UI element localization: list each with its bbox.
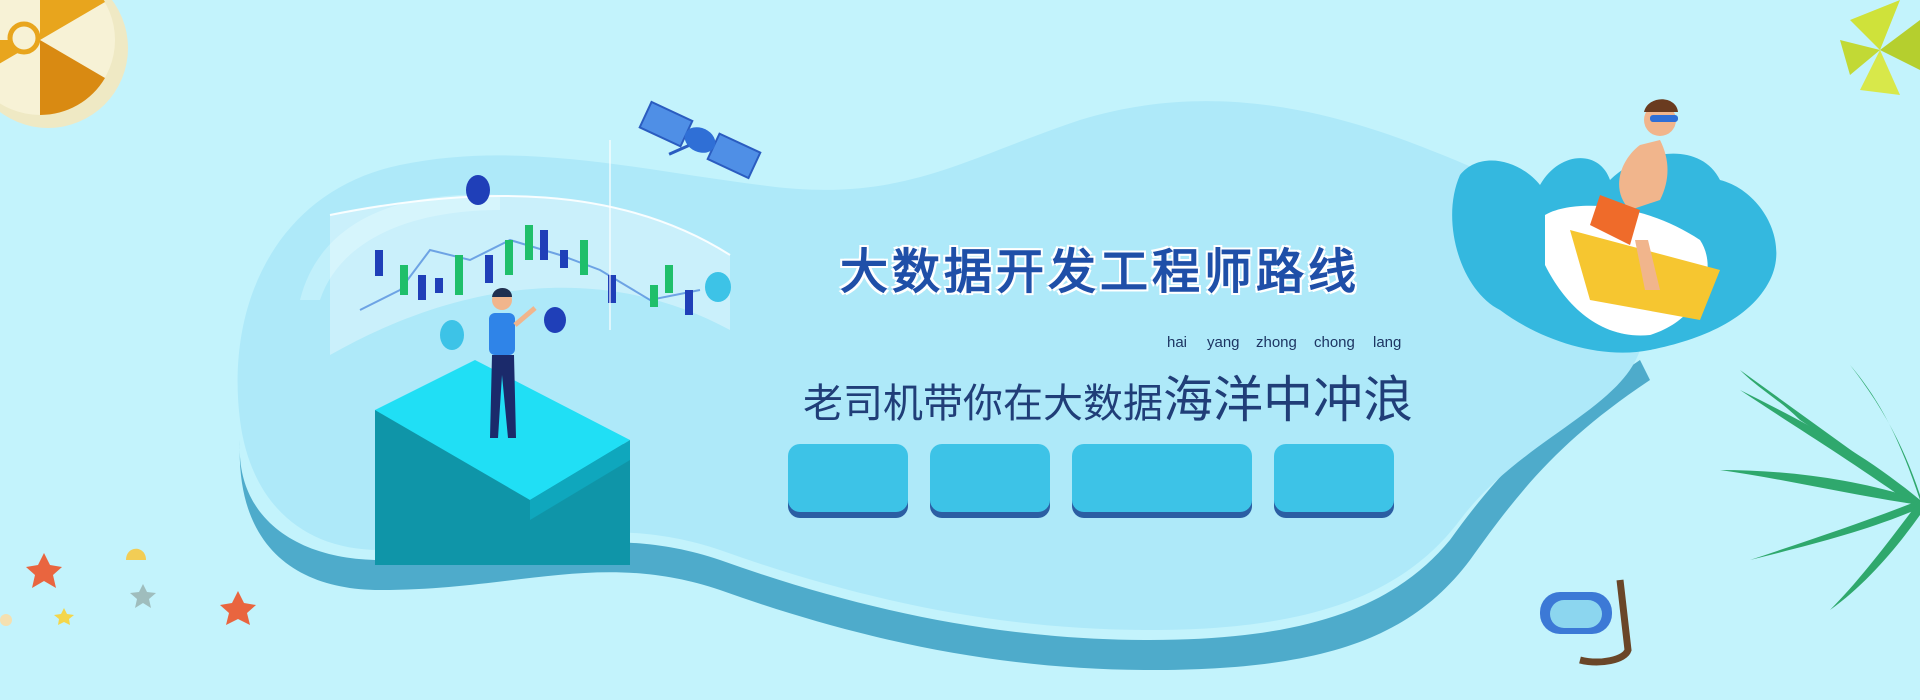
banner-illustration <box>0 0 1920 670</box>
pinyin-chong: chong <box>1314 334 1355 351</box>
snorkel-mask-icon <box>1540 579 1632 666</box>
pinwheel-icon <box>1840 0 1920 95</box>
cta-button-1[interactable] <box>788 444 908 512</box>
banner-title: 大数据开发工程师路线 <box>839 244 1360 300</box>
subtitle-lead: 老司机带你在大数据 <box>803 381 1163 427</box>
banner: 大数据开发工程师路线 hai yang zhong chong lang 老司机… <box>0 0 1920 700</box>
pinyin-lang: lang <box>1373 334 1402 351</box>
cta-button-3[interactable] <box>1072 444 1252 512</box>
pinyin-zhong: zhong <box>1256 334 1297 351</box>
cta-button-2[interactable] <box>930 444 1050 512</box>
pinyin-hai: hai <box>1167 334 1188 351</box>
palm-leaf-icon <box>1720 365 1920 610</box>
seashell-icon <box>0 548 146 626</box>
subtitle-emphasis: 海洋中冲浪 <box>1163 371 1413 429</box>
banner-subtitle: 老司机带你在大数据海洋中冲浪 <box>803 360 1413 432</box>
cta-button-4[interactable] <box>1274 444 1394 512</box>
pinyin-yang: yang <box>1207 334 1240 351</box>
beach-ball-icon <box>0 0 128 128</box>
starfish-icon <box>26 553 256 625</box>
